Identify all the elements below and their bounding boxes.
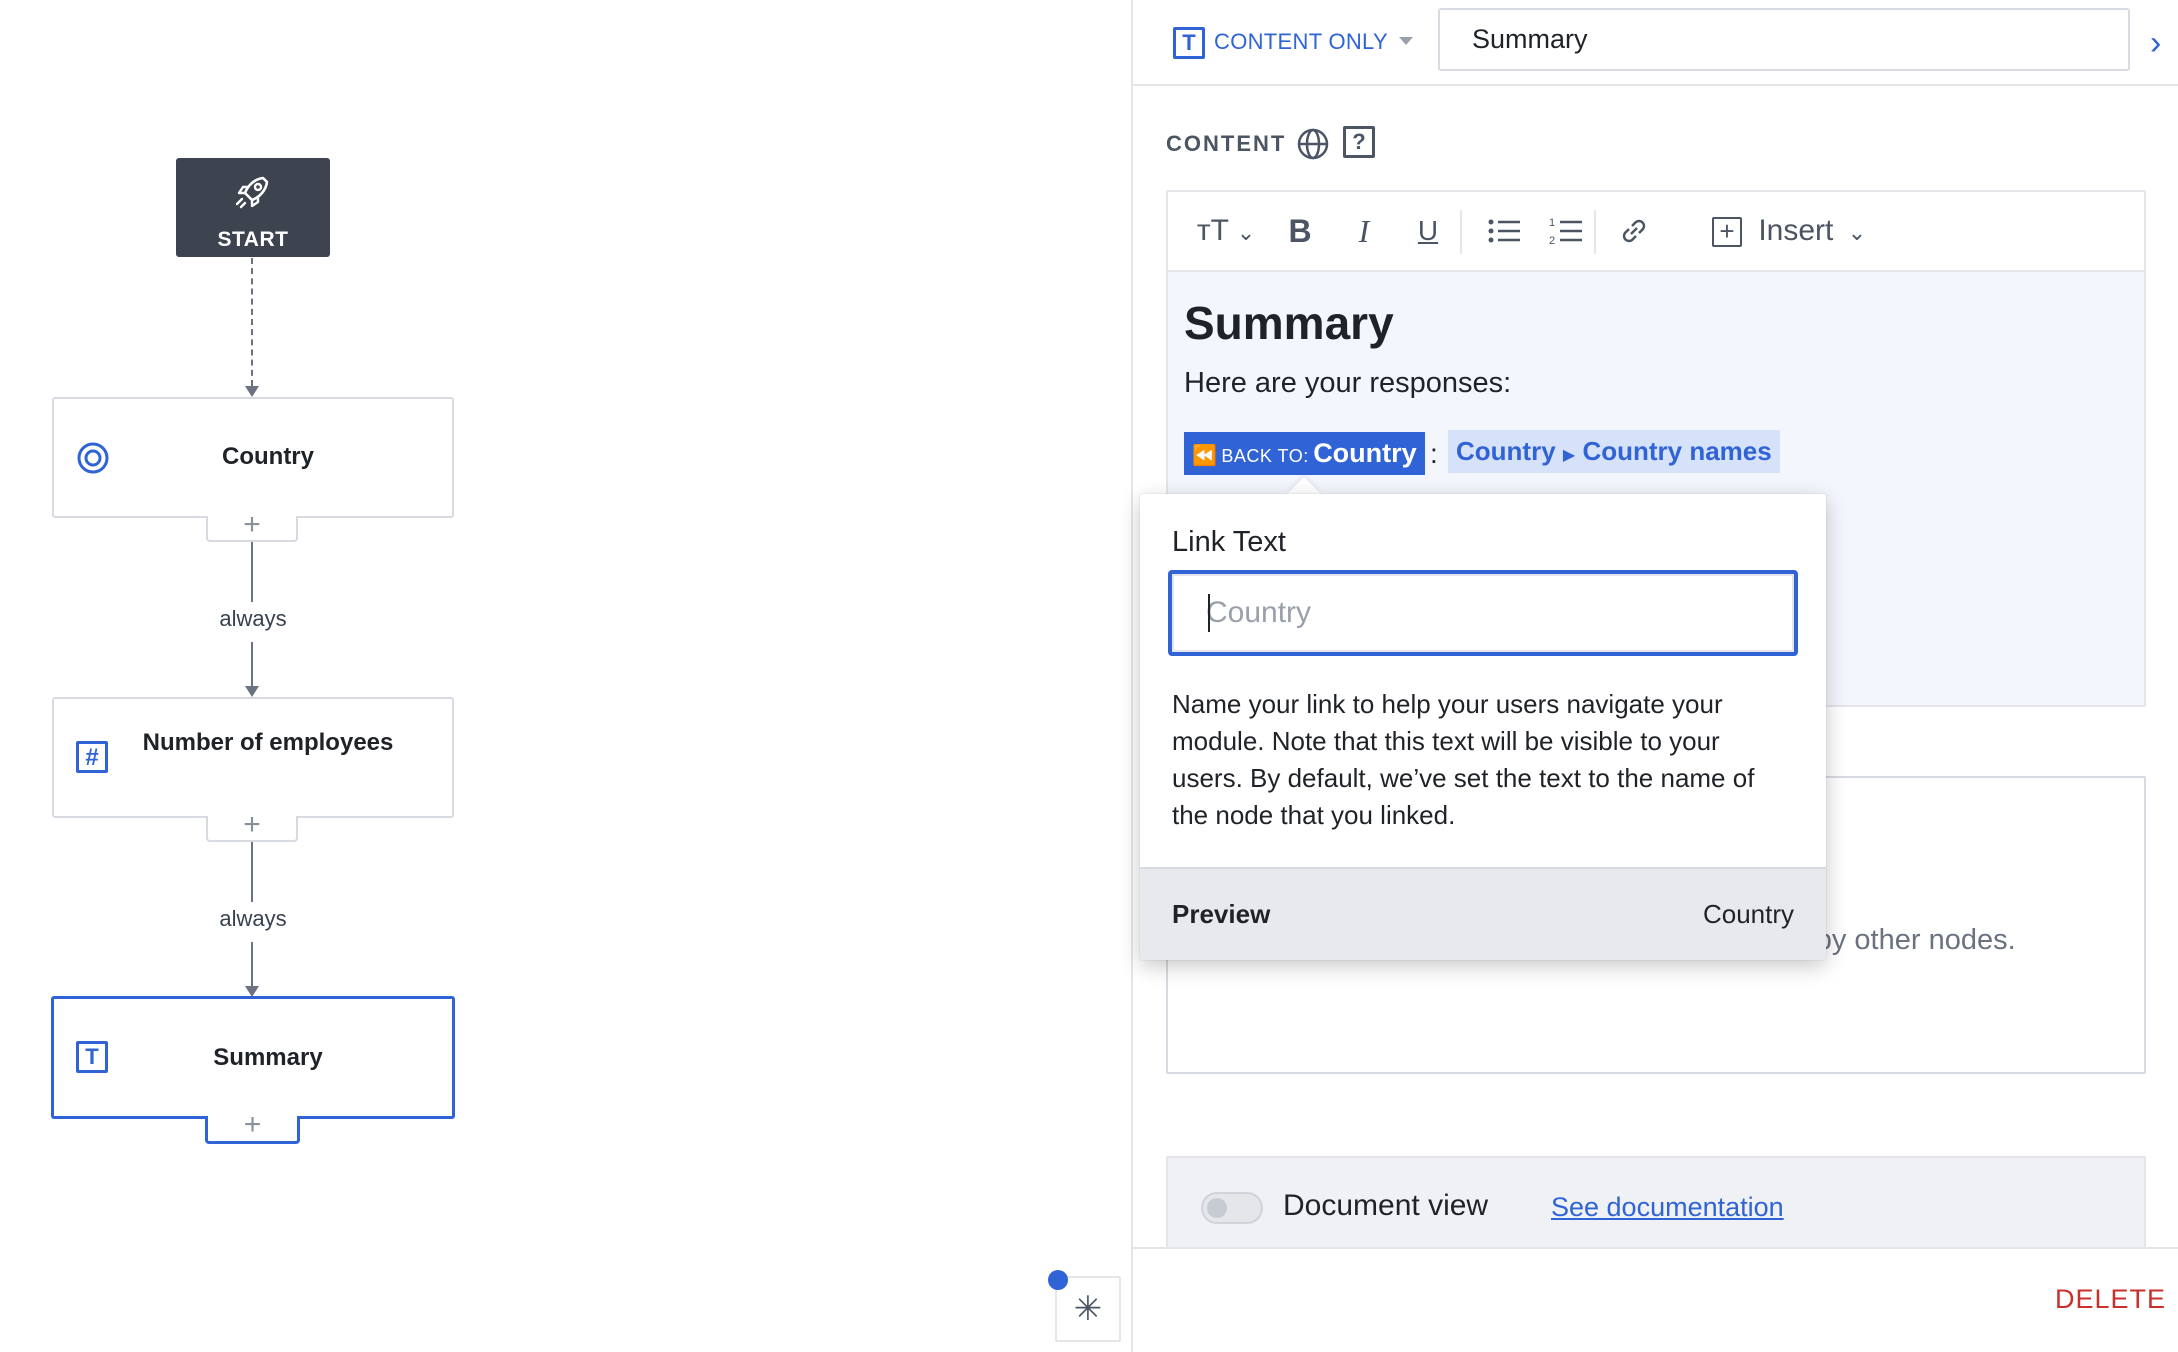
add-child-button[interactable]: + (205, 1110, 300, 1144)
toolbar-divider (1460, 210, 1462, 254)
link-text-label: Link Text (1172, 526, 1286, 558)
link-icon[interactable] (1616, 210, 1652, 252)
variable-reference-chip[interactable]: Country ▶ Country names (1448, 430, 1780, 473)
node-name-input[interactable]: Summary (1438, 8, 2130, 71)
arrowhead (245, 386, 259, 397)
arrowhead (245, 686, 259, 697)
hash-icon: # (76, 741, 108, 773)
editor-toolbar: ᴛT ⌄ B I U 1 2 + Insert ⌄ (1168, 192, 2144, 272)
edge-line (251, 842, 253, 902)
rewind-icon: ⏪ (1192, 445, 1217, 467)
toolbar-divider (1594, 210, 1596, 254)
node-title: Number of employees (142, 729, 394, 756)
link-text-popover: Link Text Name your link to help your us… (1140, 494, 1826, 960)
edge-label[interactable]: always (193, 606, 313, 632)
chevron-right-icon[interactable]: › (2150, 26, 2161, 60)
node-title: Country (222, 443, 314, 470)
text-t-icon: T (76, 1041, 108, 1073)
globe-icon[interactable] (1296, 127, 1330, 161)
add-child-button[interactable]: + (206, 510, 298, 542)
svg-text:2: 2 (1549, 235, 1555, 247)
editor-heading[interactable]: Summary (1184, 296, 1394, 350)
caret-down-icon[interactable] (1399, 37, 1413, 45)
editor-paragraph[interactable]: Here are your responses: (1184, 367, 1511, 400)
ref-field: Country names (1582, 436, 1772, 466)
numbered-list-icon[interactable]: 1 2 (1548, 210, 1584, 252)
panel-footer (1133, 1247, 2178, 1352)
radio-target-icon (77, 442, 109, 474)
back-to-target: Country (1313, 438, 1417, 468)
colon-text: : (1430, 438, 1438, 469)
preview-value: Country (1702, 899, 1794, 929)
svg-text:1: 1 (1549, 217, 1555, 229)
link-text-help: Name your link to help your users naviga… (1172, 689, 1755, 830)
link-text-input-wrapper (1168, 570, 1798, 656)
insert-label: Insert (1758, 214, 1834, 247)
edge-line (251, 642, 253, 686)
delete-button[interactable]: DELETE (2055, 1284, 2166, 1315)
back-to-prefix: BACK TO: (1221, 446, 1309, 466)
asterisk-gear-icon: ✳ (1073, 1290, 1103, 1328)
text-cursor (1208, 594, 1210, 632)
add-child-button[interactable]: + (206, 810, 298, 842)
text-size-dropdown[interactable]: ᴛT ⌄ (1186, 210, 1266, 252)
flow-canvas[interactable]: START Country + always # Number of emplo… (0, 0, 1131, 1352)
node-country[interactable]: Country (52, 397, 454, 518)
content-section-label: CONTENT (1166, 131, 1287, 156)
toggle-knob (1207, 1198, 1227, 1218)
edge-label[interactable]: always (193, 906, 313, 932)
bullet-list-icon[interactable] (1486, 210, 1522, 252)
node-summary[interactable]: T Summary (51, 996, 455, 1119)
document-view-toggle[interactable] (1201, 1192, 1263, 1224)
see-documentation-link[interactable]: See documentation (1551, 1192, 1784, 1223)
text-t-icon: T (1173, 27, 1205, 59)
notification-dot (1048, 1270, 1068, 1290)
underline-icon[interactable]: U (1408, 210, 1448, 252)
document-view-row: Document view See documentation (1166, 1156, 2146, 1252)
insert-dropdown[interactable]: + Insert ⌄ (1712, 210, 1872, 252)
chevron-down-icon: ⌄ (1847, 220, 1867, 245)
start-connector (251, 258, 253, 386)
caret-right-icon: ▶ (1562, 447, 1576, 464)
panel-header: T CONTENT ONLY Summary › (1133, 0, 2178, 86)
help-icon[interactable]: ? (1343, 126, 1375, 158)
node-type-dropdown[interactable]: CONTENT ONLY (1214, 27, 1388, 57)
preview-row: Preview Country (1140, 867, 1826, 960)
plus-box-icon: + (1712, 217, 1742, 248)
start-label: START (217, 228, 289, 251)
preview-label: Preview (1172, 899, 1271, 929)
bold-icon[interactable]: B (1280, 210, 1320, 252)
edge-line (251, 542, 253, 602)
node-number-of-employees[interactable]: # Number of employees (52, 697, 454, 818)
edge-line (251, 942, 253, 986)
ref-node: Country (1456, 436, 1556, 466)
start-node[interactable]: START (176, 158, 330, 257)
back-to-link-chip[interactable]: ⏪ BACK TO: Country (1184, 432, 1425, 475)
text-size-icon: ᴛT (1196, 214, 1229, 247)
node-title: Summary (213, 1044, 323, 1071)
rocket-icon (235, 176, 269, 209)
chevron-down-icon: ⌄ (1236, 220, 1256, 245)
italic-icon[interactable]: I (1344, 210, 1384, 252)
link-text-input[interactable] (1206, 596, 1794, 630)
document-view-label: Document view (1283, 1189, 1489, 1222)
